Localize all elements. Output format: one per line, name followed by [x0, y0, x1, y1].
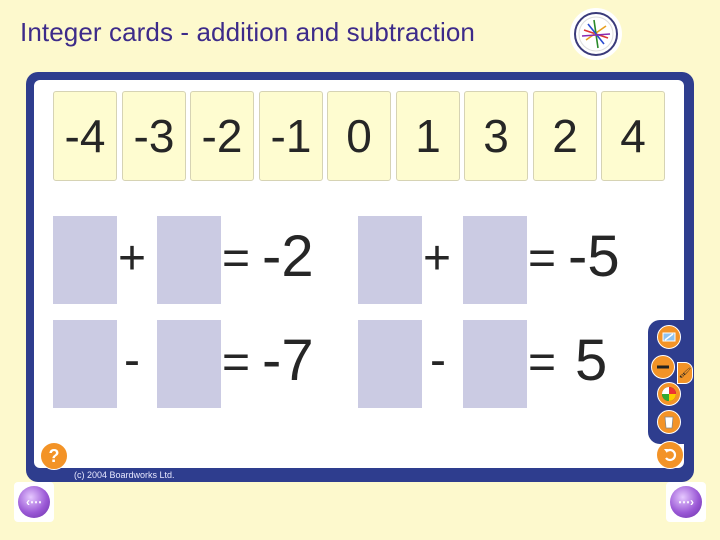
page-title: Integer cards - addition and subtraction [20, 17, 475, 47]
arrow-left-icon: ‹⋯ [18, 486, 50, 518]
target-result: -5 [568, 224, 620, 289]
colour-wheel-icon [662, 387, 676, 401]
integer-card[interactable]: 3 [464, 91, 528, 181]
pen-size-tab[interactable]: 🖌 [677, 362, 693, 384]
pen-tool-button[interactable] [651, 355, 675, 379]
arrow-right-icon: ⋯› [670, 486, 702, 518]
integer-card[interactable]: -1 [259, 91, 323, 181]
operator-sign: + [118, 232, 147, 285]
answer-slot[interactable] [358, 216, 422, 304]
target-result: -7 [262, 328, 314, 393]
target-result: -2 [262, 224, 314, 289]
integer-card[interactable]: -4 [53, 91, 117, 181]
palette-icon [662, 332, 676, 342]
equals-sign: = [222, 232, 251, 285]
eraser-icon [664, 416, 674, 429]
operator-sign: + [423, 232, 452, 285]
answer-slot[interactable] [463, 216, 527, 304]
help-icon: ? [48, 445, 60, 466]
answer-slot[interactable] [53, 216, 117, 304]
eraser-button[interactable] [657, 410, 681, 434]
operator-sign: - [124, 334, 140, 387]
copyright-text: (c) 2004 Boardworks Ltd. [74, 470, 175, 480]
answer-slot[interactable] [157, 320, 221, 408]
integer-card[interactable]: 0 [327, 91, 391, 181]
equals-sign: = [528, 336, 557, 389]
pen-size-icon: 🖌 [678, 367, 692, 379]
integer-card[interactable]: -2 [190, 91, 254, 181]
undo-arrow-icon [664, 448, 677, 462]
pen-colour-button[interactable] [657, 325, 681, 349]
integer-card[interactable]: 1 [396, 91, 460, 181]
integer-card[interactable]: 4 [601, 91, 665, 181]
boardworks-logo-icon [570, 8, 622, 60]
integer-card[interactable]: 2 [533, 91, 597, 181]
pen-icon [657, 365, 669, 369]
integer-card[interactable]: -3 [122, 91, 186, 181]
operator-sign: - [430, 334, 446, 387]
equals-sign: = [222, 336, 251, 389]
reset-button[interactable] [656, 441, 684, 469]
help-button[interactable]: ? [40, 442, 68, 470]
equals-sign: = [528, 232, 557, 285]
spotlight-button[interactable] [657, 382, 681, 406]
answer-slot[interactable] [358, 320, 422, 408]
answer-slot[interactable] [157, 216, 221, 304]
answer-slot[interactable] [53, 320, 117, 408]
next-slide-button[interactable]: ⋯› [666, 482, 706, 522]
previous-slide-button[interactable]: ‹⋯ [14, 482, 54, 522]
target-result: 5 [575, 328, 608, 393]
answer-slot[interactable] [463, 320, 527, 408]
